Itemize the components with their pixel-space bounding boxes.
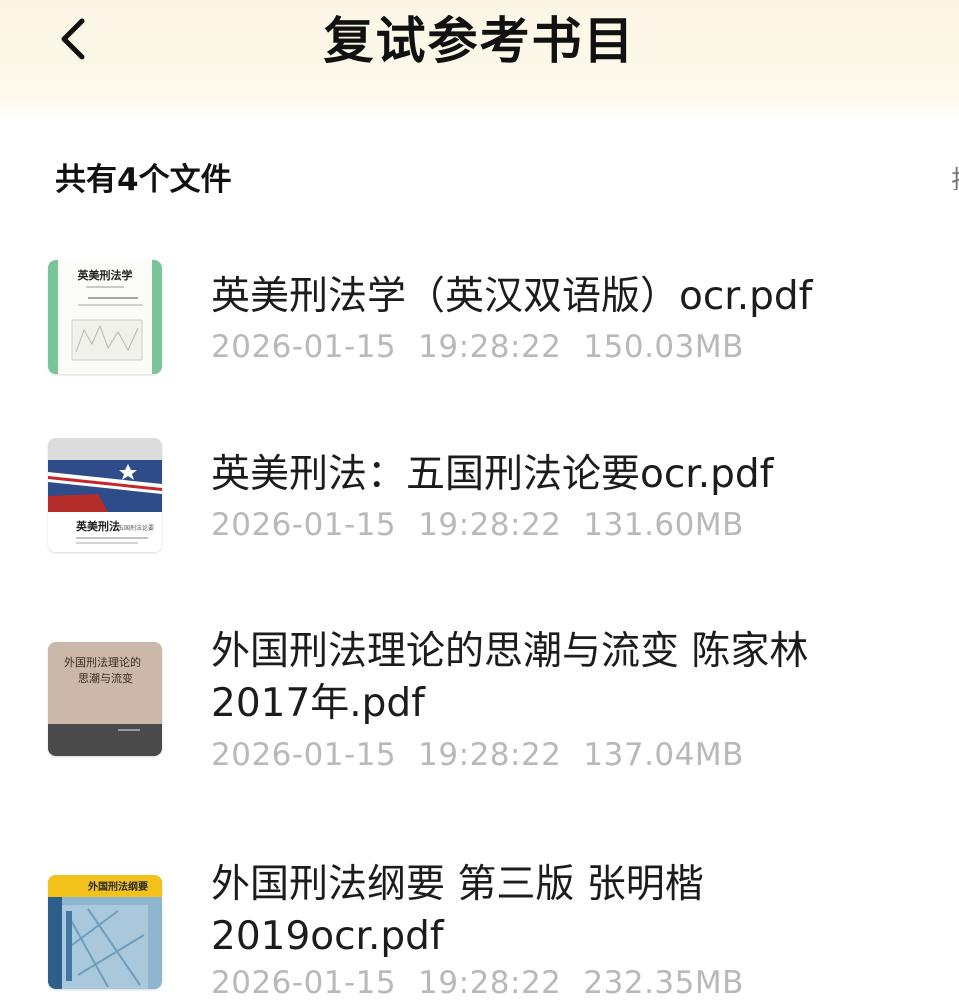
page-title: 复试参考书目 (323, 12, 636, 70)
file-size: 232.35MB (583, 965, 744, 1001)
file-count: 共有4个文件 (55, 162, 232, 198)
file-name: 英美刑法：五国刑法论要ocr.pdf (211, 452, 774, 497)
file-time: 19:28:22 (418, 329, 562, 365)
thumb-subtitle: 五国刑法论要 (118, 524, 154, 532)
file-meta: 2026-01-15 19:28:22 131.60MB (211, 507, 766, 543)
file-size: 137.04MB (583, 737, 744, 773)
thumb-title-line2: 思潮与流变 (78, 671, 133, 685)
file-date: 2026-01-15 (211, 965, 397, 1001)
thumb-title: 英美刑法学 (77, 268, 133, 282)
thumb-title: 英美刑法 (75, 519, 120, 533)
file-meta: 2026-01-15 19:28:22 137.04MB (211, 737, 766, 773)
file-thumbnail: 外国刑法纲要 (48, 875, 162, 989)
file-time: 19:28:22 (418, 737, 562, 773)
file-item[interactable]: 英美刑法学 英美刑法学（英汉双语版）ocr.pdf 2026-01-15 19:2… (0, 255, 959, 385)
file-name: 外国刑法理论的思潮与流变 陈家林 2017年.pdf (211, 629, 809, 726)
file-name: 英美刑法学（英汉双语版）ocr.pdf (211, 274, 813, 319)
file-name: 外国刑法纲要 第三版 张明楷 2019ocr.pdf (211, 862, 704, 959)
thumb-title: 外国刑法纲要 (87, 880, 148, 893)
file-meta: 2026-01-15 19:28:22 150.03MB (211, 329, 766, 365)
file-date: 2026-01-15 (211, 737, 397, 773)
file-date: 2026-01-15 (211, 507, 397, 543)
file-item[interactable]: 英美刑法 五国刑法论要 英美刑法：五国刑法论要ocr.pdf 2026-01-1… (0, 433, 959, 563)
file-date: 2026-01-15 (211, 329, 397, 365)
clipped-edge-glyph: 排 (951, 160, 959, 190)
top-bar: 复试参考书目 (0, 0, 959, 120)
file-thumbnail: 英美刑法学 (48, 260, 162, 374)
file-time: 19:28:22 (418, 965, 562, 1001)
file-item[interactable]: 外国刑法理论的 思潮与流变 外国刑法理论的思潮与流变 陈家林 2017年.pdf… (0, 622, 959, 782)
file-meta: 2026-01-15 19:28:22 232.35MB (211, 965, 766, 1001)
file-thumbnail: 外国刑法理论的 思潮与流变 (48, 642, 162, 756)
file-thumbnail: 英美刑法 五国刑法论要 (48, 438, 162, 552)
file-time: 19:28:22 (418, 507, 562, 543)
file-size: 150.03MB (583, 329, 744, 365)
thumb-title-line1: 外国刑法理论的 (64, 655, 141, 669)
file-item[interactable]: 外国刑法纲要 外国刑法纲要 第三版 张明楷 2019ocr.pdf 2026-0… (0, 855, 959, 1008)
file-size: 131.60MB (583, 507, 744, 543)
